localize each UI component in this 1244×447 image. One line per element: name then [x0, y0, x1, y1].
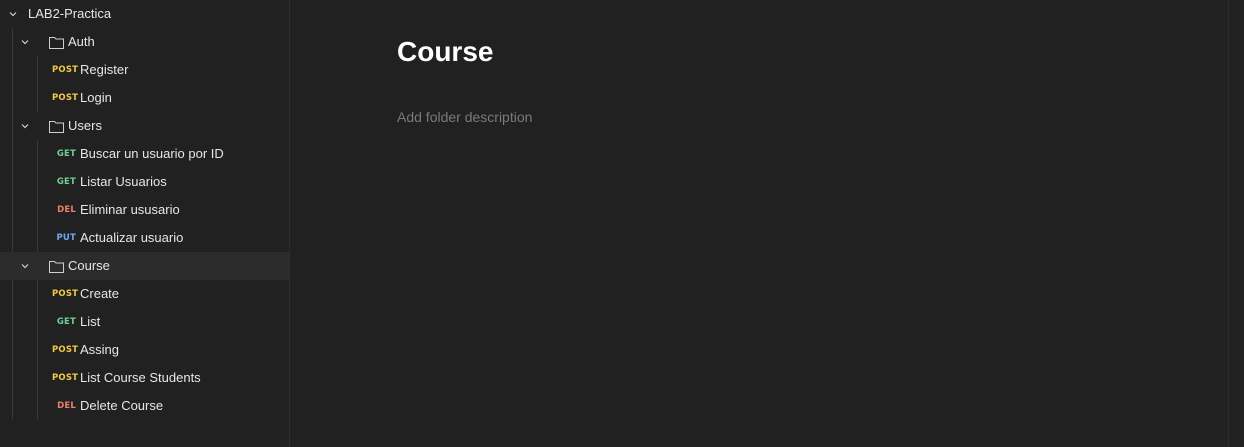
request-name: Delete Course — [80, 398, 164, 413]
method-badge: POST — [52, 65, 79, 75]
collection-root[interactable]: LAB2-Practica — [0, 0, 290, 28]
request-item[interactable]: POST Register — [0, 56, 290, 84]
folder-name: Course — [68, 258, 110, 273]
method-badge: POST — [52, 93, 79, 103]
request-item[interactable]: GET List — [0, 308, 290, 336]
chevron-down-icon[interactable] — [18, 259, 32, 273]
chevron-down-icon[interactable] — [18, 119, 32, 133]
method-badge: POST — [52, 289, 79, 299]
request-name: Register — [80, 62, 129, 77]
folder-course[interactable]: Course — [0, 252, 290, 280]
request-item[interactable]: DEL Eliminar ususario — [0, 196, 290, 224]
folder-name: Auth — [68, 34, 95, 49]
request-item[interactable]: POST Create — [0, 280, 290, 308]
request-item[interactable]: POST Assing — [0, 336, 290, 364]
request-item[interactable]: PUT Actualizar usuario — [0, 224, 290, 252]
request-name: Login — [80, 90, 112, 105]
request-name: Listar Usuarios — [80, 174, 167, 189]
method-badge: POST — [52, 345, 79, 355]
folder-icon — [48, 259, 64, 273]
folder-users[interactable]: Users — [0, 112, 290, 140]
request-item[interactable]: POST Login — [0, 84, 290, 112]
request-item[interactable]: GET Buscar un usuario por ID — [0, 140, 290, 168]
request-name: Create — [80, 286, 120, 301]
method-badge: DEL — [57, 205, 76, 215]
app-window: LAB2-Practica Auth POST Register POST Lo… — [0, 0, 1244, 447]
folder-description-input[interactable]: Add folder description — [397, 109, 532, 125]
request-item[interactable]: POST List Course Students — [0, 364, 290, 392]
pane-divider — [1228, 0, 1229, 447]
chevron-down-icon[interactable] — [18, 35, 32, 49]
request-name: List — [80, 314, 101, 329]
folder-detail-pane: Course Add folder description — [290, 0, 1244, 447]
collection-sidebar: LAB2-Practica Auth POST Register POST Lo… — [0, 0, 290, 447]
request-name: Buscar un usuario por ID — [80, 146, 224, 161]
collection-name: LAB2-Practica — [28, 6, 112, 21]
request-name: List Course Students — [80, 370, 201, 385]
page-title[interactable]: Course — [397, 36, 493, 68]
method-badge: GET — [56, 317, 76, 327]
request-name: Actualizar usuario — [80, 230, 184, 245]
request-item[interactable]: GET Listar Usuarios — [0, 168, 290, 196]
folder-auth[interactable]: Auth — [0, 28, 290, 56]
folder-icon — [48, 119, 64, 133]
method-badge: GET — [56, 149, 76, 159]
request-item[interactable]: DEL Delete Course — [0, 392, 290, 420]
method-badge: POST — [52, 373, 79, 383]
request-name: Assing — [80, 342, 120, 357]
folder-icon — [48, 35, 64, 49]
chevron-down-icon[interactable] — [6, 7, 20, 21]
method-badge: PUT — [56, 233, 76, 243]
method-badge: DEL — [57, 401, 76, 411]
method-badge: GET — [56, 177, 76, 187]
request-name: Eliminar ususario — [80, 202, 180, 217]
folder-name: Users — [68, 118, 102, 133]
